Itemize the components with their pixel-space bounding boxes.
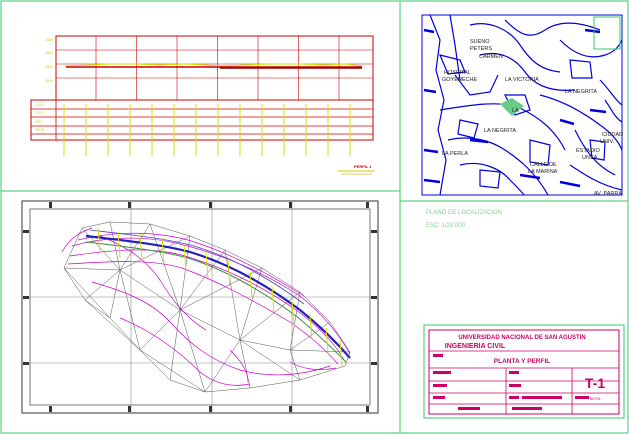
drawing-title: PLANTA Y PERFIL (494, 358, 550, 365)
map-label-sueno: SUENO (470, 39, 490, 45)
plan-station-tick (249, 271, 253, 299)
elev-tick-1: 2580 (45, 38, 53, 42)
map-label-negrita: LA NEGRITA (565, 89, 597, 95)
map-label-goyeneche: GOYENECHE (442, 77, 477, 83)
map-label-univ: UNIV. (600, 139, 615, 145)
profile-table-headers: COTA COTA DIST. PROG. (35, 103, 45, 132)
location-caption-title: PLANO DE LOCALIZACION (426, 210, 502, 216)
profile-panel: 2580 2560 2540 2520 COTA COTA DIST. PROG… (30, 35, 375, 175)
profile-label: PERFIL 1 (354, 164, 372, 169)
map-label-parra: AV. PARRA (594, 191, 622, 197)
profile-table-lines (31, 100, 373, 140)
elevation-axis: 2580 2560 2540 2520 (45, 38, 53, 83)
plan-station-tick (227, 259, 231, 287)
station-ticks (63, 104, 351, 156)
table-row-label-1: COTA (35, 103, 44, 107)
location-caption-scale: ESC: 1/20 000 (426, 223, 466, 229)
map-label-la: LA (512, 108, 519, 114)
title-block: UNIVERSIDAD NACIONAL DE SAN AGUSTIN INGE… (423, 324, 625, 419)
map-label-estadio: ESTADIO (576, 148, 600, 154)
map-label-hospital: HOSPITAL (444, 70, 471, 76)
sheet-note: NOTA (590, 396, 601, 401)
map-label-marina: LA MARINA (528, 169, 558, 175)
plan-frame-ticks (23, 202, 377, 412)
plan-station-tick (325, 327, 329, 355)
faculty-name: INGENIERIA CIVIL (445, 343, 506, 350)
plan-station-tick (97, 227, 101, 255)
sheet-number: T-1 (585, 375, 605, 391)
map-label-peters: PETERS (470, 46, 492, 52)
elev-tick-3: 2540 (45, 65, 53, 69)
location-caption: PLANO DE LOCALIZACION ESC: 1/20 000 (426, 210, 502, 229)
map-label-unsa: UNSA (582, 155, 598, 161)
plan-station-tick (339, 339, 343, 367)
table-row-label-3: DIST. (35, 120, 43, 124)
map-label-negrita-2: LA NEGRITA (484, 128, 516, 134)
table-row-label-4: PROG. (35, 128, 45, 132)
contour-lines (61, 227, 351, 386)
university-name: UNIVERSIDAD NACIONAL DE SAN AGUSTIN (458, 335, 585, 341)
map-label-perla: LA PERLA (442, 151, 468, 157)
plan-frame-outer (21, 200, 379, 414)
table-row-label-2: COTA (35, 111, 44, 115)
plan-station-tick (161, 237, 165, 265)
elev-tick-4: 2520 (45, 79, 53, 83)
map-label-calle: CALLE DE (530, 162, 557, 168)
plan-panel (21, 200, 379, 414)
plan-grid (22, 201, 378, 413)
drawing-sheet: 2580 2560 2540 2520 COTA COTA DIST. PROG… (0, 0, 629, 434)
location-map: SUENO PETERS CARMEN HOSPITAL GOYENECHE L… (421, 14, 623, 197)
map-label-ciudad: CIUDAD (602, 132, 623, 138)
terrain-tin-mesh (63, 221, 351, 393)
map-label-victoria: LA VICTORIA (505, 77, 539, 83)
elev-tick-2: 2560 (45, 51, 53, 55)
map-label-carmen: CARMEN (479, 54, 503, 60)
